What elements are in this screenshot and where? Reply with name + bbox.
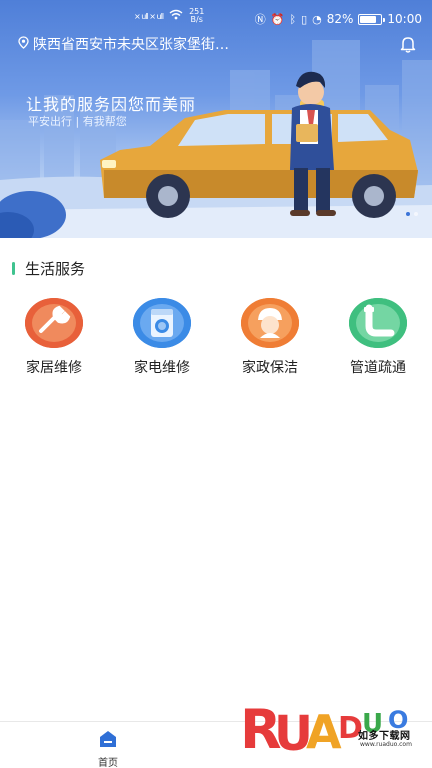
service-label: 家居维修	[26, 360, 82, 376]
housekeeper-icon	[241, 298, 299, 348]
section-title: 生活服务	[25, 260, 86, 278]
banner-sub-slogan: 平安出行 | 有我帮您	[28, 115, 127, 128]
service-grid: 家居维修 家电维修 家政保洁 管道疏通	[0, 298, 432, 377]
watermark-cn-text: 如多下载网	[358, 731, 411, 742]
net-rate: 251 B/s	[189, 7, 205, 24]
carousel-dot[interactable]	[406, 212, 410, 216]
location-pin-icon	[18, 35, 29, 53]
section-header: 生活服务	[12, 258, 85, 279]
service-item-housekeeping[interactable]: 家政保洁	[216, 298, 324, 377]
service-label: 家电维修	[134, 360, 190, 376]
pipe-icon	[349, 298, 407, 348]
service-label: 管道疏通	[350, 360, 406, 376]
clock: 10:00	[387, 12, 422, 26]
service-label: 家政保洁	[242, 360, 298, 376]
service-item-pipe-dredging[interactable]: 管道疏通	[324, 298, 432, 377]
tab-home-label: 首页	[98, 758, 118, 768]
battery-percent: 82%	[326, 12, 354, 26]
tab-home[interactable]: 首页	[86, 730, 130, 768]
service-item-appliance-repair[interactable]: 家电维修	[108, 298, 216, 377]
signal-icon: × ull × ull	[134, 11, 164, 21]
vibrate-icon: ▯	[301, 12, 308, 26]
data-saver-icon: ◔	[312, 12, 322, 26]
notification-bell-icon[interactable]	[398, 34, 418, 54]
wifi-icon	[169, 9, 183, 23]
service-item-home-repair[interactable]: 家居维修	[0, 298, 108, 377]
svg-text:A: A	[306, 705, 342, 756]
home-icon	[98, 730, 118, 752]
banner-slogan: 让我的服务因您而美丽	[26, 95, 197, 114]
bluetooth-icon: ᛒ	[289, 12, 297, 26]
location-text: 陕西省西安市未央区张家堡街…	[33, 37, 229, 53]
nfc-icon: Ⓝ	[254, 13, 266, 26]
watermark-url: www.ruaduo.com	[360, 741, 412, 748]
alarm-icon: ⏰	[270, 12, 285, 26]
battery-icon	[358, 13, 386, 25]
status-bar: × ull × ull 251 B/s Ⓝ ⏰ ᛒ ▯ ◔ 82% 10:00	[0, 0, 432, 36]
section-accent-bar	[12, 262, 15, 275]
location-selector[interactable]: 陕西省西安市未央区张家堡街…	[18, 34, 268, 54]
carousel-indicator	[406, 212, 418, 216]
washing-machine-icon	[133, 298, 191, 348]
wrench-icon	[25, 298, 83, 348]
hero-banner[interactable]: × ull × ull 251 B/s Ⓝ ⏰ ᛒ ▯ ◔ 82% 10:00 …	[0, 0, 432, 238]
carousel-dot[interactable]	[414, 212, 418, 216]
